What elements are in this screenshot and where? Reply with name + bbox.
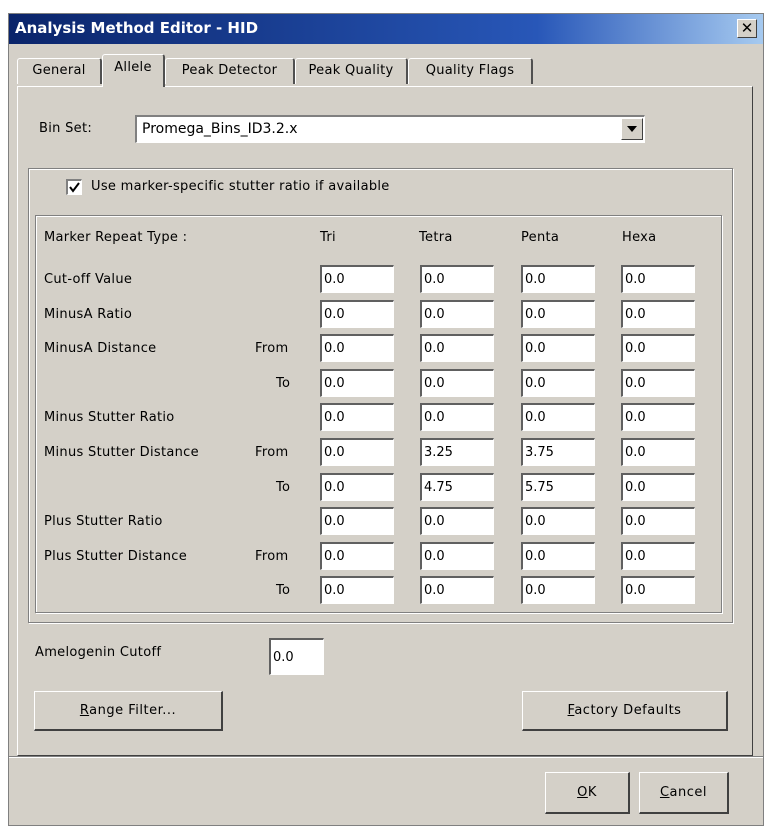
stutter-row-sublabel: From [255,445,289,460]
stutter-value-input-hexa[interactable] [621,542,695,570]
stutter-value-input-tri[interactable] [320,369,394,397]
stutter-value-input-penta[interactable] [521,473,595,501]
stutter-row-sublabel: To [276,376,291,391]
stutter-value-input-tetra[interactable] [420,265,494,293]
stutter-value-input-hexa[interactable] [621,265,695,293]
stutter-value-input-tetra[interactable] [420,300,494,328]
stutter-row-label: Plus Stutter Distance [44,549,187,564]
stutter-row-label: Minus Stutter Distance [44,445,199,460]
stutter-value-input-penta[interactable] [521,507,595,535]
stutter-value-input-tetra[interactable] [420,403,494,431]
stutter-value-input-tri[interactable] [320,438,394,466]
stutter-value-input-penta[interactable] [521,403,595,431]
column-header-tri: Tri [320,230,336,245]
stutter-value-input-tri[interactable] [320,265,394,293]
tab-quality-flags[interactable]: Quality Flags [408,58,533,84]
chevron-down-icon [627,126,637,132]
analysis-method-editor-window: Analysis Method Editor - HID ✕ General A… [8,13,764,826]
amelogenin-cutoff-input[interactable] [269,638,324,675]
stutter-value-input-tetra[interactable] [420,542,494,570]
stutter-value-input-hexa[interactable] [621,576,695,604]
bin-set-value: Promega_Bins_ID3.2.x [142,121,298,137]
footer-separator [9,756,763,758]
marker-repeat-type-label: Marker Repeat Type : [44,230,188,245]
close-button[interactable]: ✕ [737,19,757,38]
stutter-value-input-penta[interactable] [521,576,595,604]
stutter-row-label: Minus Stutter Ratio [44,410,175,425]
column-header-tetra: Tetra [419,230,453,245]
stutter-row-sublabel: From [255,549,289,564]
stutter-value-input-tri[interactable] [320,403,394,431]
stutter-value-input-tetra[interactable] [420,438,494,466]
stutter-value-input-penta[interactable] [521,542,595,570]
column-header-hexa: Hexa [622,230,657,245]
stutter-value-input-penta[interactable] [521,265,595,293]
stutter-value-input-tri[interactable] [320,576,394,604]
factory-defaults-button[interactable]: Factory Defaults [522,691,728,731]
marker-specific-stutter-checkbox[interactable] [66,179,82,195]
stutter-row-label: MinusA Ratio [44,307,133,322]
stutter-value-input-tetra[interactable] [420,334,494,362]
bin-set-dropdown[interactable]: Promega_Bins_ID3.2.x [135,115,645,143]
stutter-row-sublabel: From [255,341,289,356]
column-header-penta: Penta [521,230,560,245]
stutter-value-input-hexa[interactable] [621,300,695,328]
stutter-value-input-hexa[interactable] [621,334,695,362]
marker-specific-stutter-label: Use marker-specific stutter ratio if ava… [91,179,390,194]
range-filter-button[interactable]: Range Filter... [34,691,223,731]
stutter-value-input-tri[interactable] [320,507,394,535]
window-title: Analysis Method Editor - HID [15,19,259,37]
stutter-value-input-hexa[interactable] [621,369,695,397]
stutter-value-input-penta[interactable] [521,334,595,362]
tab-peak-detector[interactable]: Peak Detector [165,58,295,84]
stutter-row-label: Cut-off Value [44,272,133,287]
stutter-value-input-hexa[interactable] [621,473,695,501]
tab-general[interactable]: General [17,58,102,84]
stutter-value-input-hexa[interactable] [621,403,695,431]
stutter-value-input-penta[interactable] [521,438,595,466]
stutter-value-input-tetra[interactable] [420,473,494,501]
check-icon [69,182,80,193]
tab-allele[interactable]: Allele [102,54,165,87]
ok-button[interactable]: OK [545,772,630,814]
bin-set-dropdown-button[interactable] [621,118,643,140]
stutter-value-input-tri[interactable] [320,334,394,362]
amelogenin-cutoff-label: Amelogenin Cutoff [35,645,162,660]
stutter-value-input-penta[interactable] [521,369,595,397]
stutter-row-label: MinusA Distance [44,341,157,356]
stutter-value-input-tri[interactable] [320,542,394,570]
stutter-row-label: Plus Stutter Ratio [44,514,163,529]
cancel-button[interactable]: Cancel [639,772,729,814]
close-icon: ✕ [740,19,754,37]
bin-set-label: Bin Set: [39,121,93,136]
stutter-value-input-penta[interactable] [521,300,595,328]
stutter-row-sublabel: To [276,583,291,598]
stutter-value-input-tri[interactable] [320,473,394,501]
stutter-value-input-tetra[interactable] [420,576,494,604]
stutter-value-input-hexa[interactable] [621,507,695,535]
allele-tab-panel: Bin Set: Promega_Bins_ID3.2.x Use marker… [17,86,753,756]
title-bar[interactable]: Analysis Method Editor - HID ✕ [9,14,763,44]
tab-peak-quality[interactable]: Peak Quality [295,58,408,84]
stutter-value-input-tetra[interactable] [420,369,494,397]
stutter-row-sublabel: To [276,480,291,495]
stutter-value-input-tetra[interactable] [420,507,494,535]
stutter-value-input-hexa[interactable] [621,438,695,466]
stutter-value-input-tri[interactable] [320,300,394,328]
